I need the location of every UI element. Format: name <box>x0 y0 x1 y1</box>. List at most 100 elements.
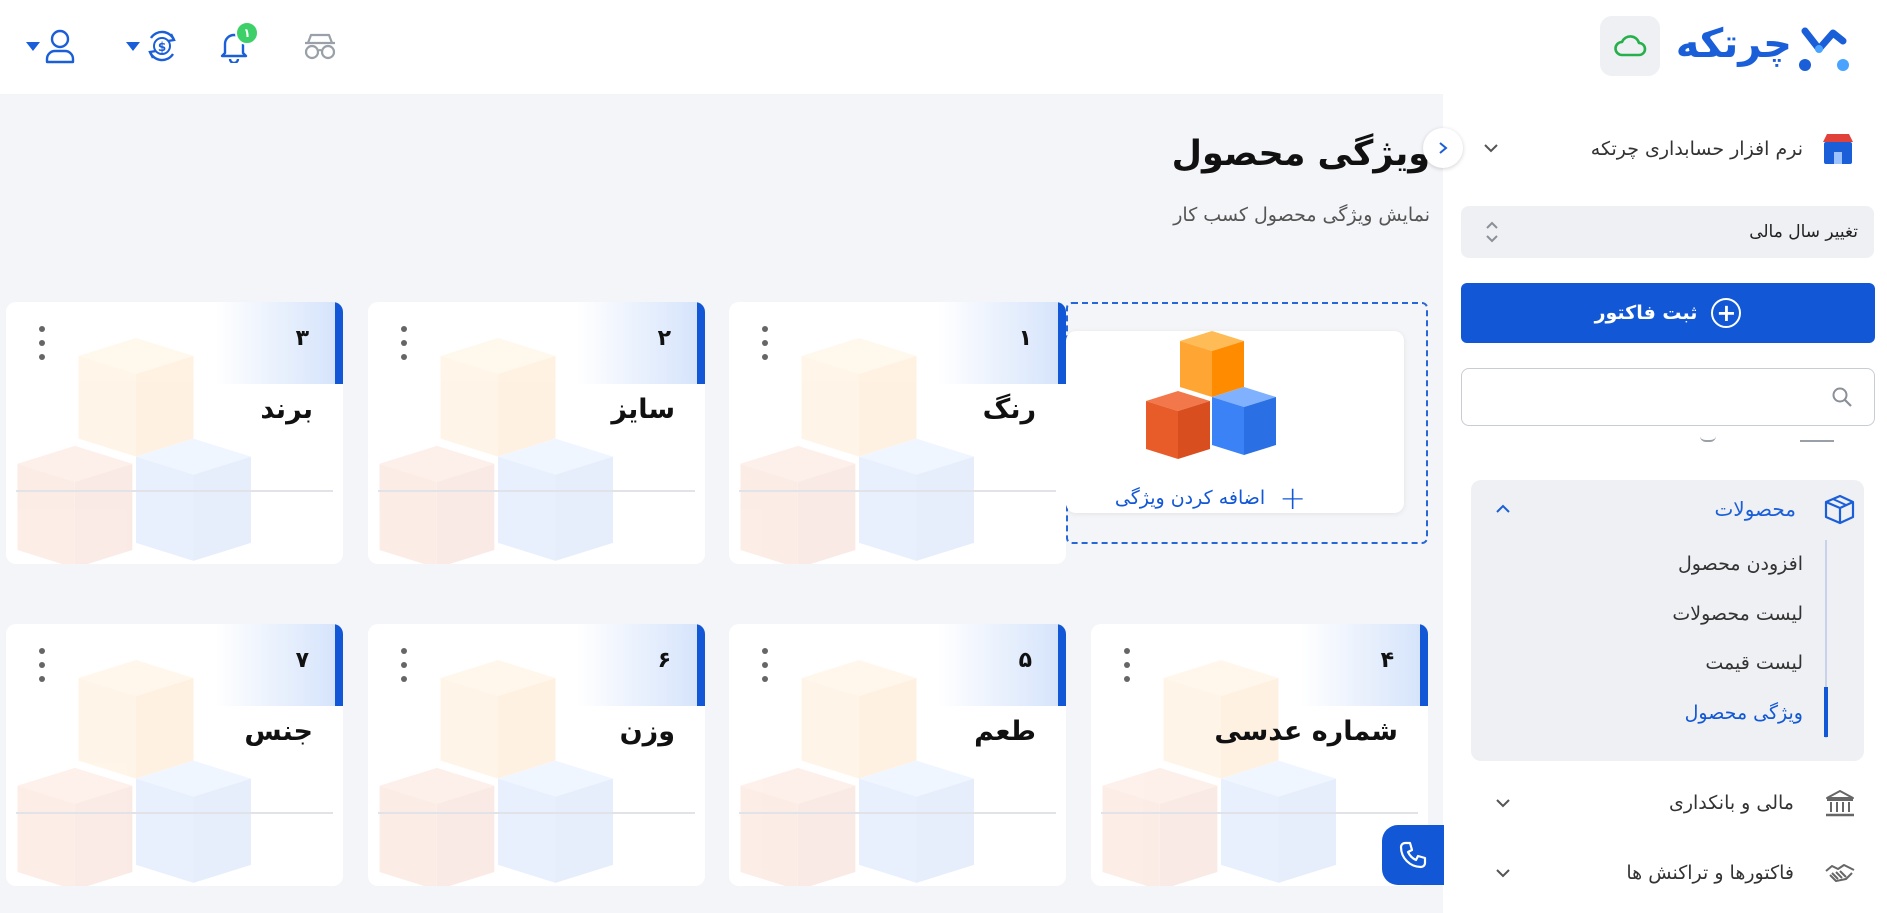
register-invoice-button[interactable]: + ثبت فاکتور <box>1461 283 1875 343</box>
exchange-menu-caret[interactable] <box>126 42 140 51</box>
chevron-up-icon <box>1496 504 1510 513</box>
sidebar-item-product-attributes[interactable]: ویژگی محصول <box>1600 693 1803 733</box>
card-divider <box>16 490 333 492</box>
sidebar-item-products-label: محصولات <box>1714 497 1796 521</box>
card-number-bg <box>577 302 697 384</box>
svg-text:$: $ <box>158 40 166 54</box>
sidebar-item-product-list[interactable]: لیست محصولات <box>1600 594 1803 634</box>
card-number-bg <box>215 624 335 706</box>
chevron-down-icon <box>1496 869 1510 878</box>
company-name: نرم افزار حسابداری چرتکه <box>1590 138 1803 160</box>
more-options-icon[interactable] <box>1121 648 1133 682</box>
chevron-down-icon <box>1484 144 1498 153</box>
support-call-button[interactable] <box>1382 825 1444 885</box>
sidebar-item-price-list[interactable]: لیست قیمت <box>1600 643 1803 683</box>
sidebar-item-finance[interactable]: مالی و بانکداری <box>1480 778 1856 828</box>
card-number-bg <box>1300 624 1420 706</box>
card-accent-bar <box>1420 624 1428 706</box>
sidebar-item-invoices[interactable]: فاکتورها و تراکنش ها <box>1480 848 1856 898</box>
phone-icon <box>1399 841 1427 869</box>
box-icon <box>1824 494 1855 525</box>
app-logo-text: چرتکه <box>1675 21 1792 67</box>
attribute-card[interactable]: ۷ جنس <box>6 624 343 886</box>
card-number-bg <box>938 302 1058 384</box>
sidebar-collapse-button[interactable] <box>1423 128 1463 168</box>
attribute-card[interactable]: ۴ شماره عدسی <box>1091 624 1428 886</box>
sort-updown-icon <box>1486 221 1498 243</box>
sidebar-search-input[interactable] <box>1461 368 1875 426</box>
card-name: جنس <box>244 716 313 747</box>
cloud-icon <box>1614 35 1647 57</box>
chevron-down-icon <box>1496 799 1510 808</box>
card-number: ۳ <box>295 326 309 351</box>
currency-exchange-button[interactable]: $ <box>138 20 186 72</box>
attribute-card[interactable]: ۱ رنگ <box>729 302 1066 564</box>
card-number: ۷ <box>295 648 309 673</box>
sidebar-item-add-product[interactable]: افزودن محصول <box>1600 544 1803 584</box>
notification-count-badge: ۱ <box>235 21 259 45</box>
card-number: ۲ <box>657 326 671 351</box>
company-selector[interactable]: نرم افزار حسابداری چرتکه <box>1480 124 1855 174</box>
more-options-icon[interactable] <box>36 326 48 360</box>
more-options-icon[interactable] <box>759 648 771 682</box>
card-accent-bar <box>335 624 343 706</box>
attribute-card[interactable]: ۶ وزن <box>368 624 705 886</box>
attribute-card[interactable]: ۵ طعم <box>729 624 1066 886</box>
card-divider <box>739 812 1056 814</box>
store-icon <box>1823 134 1853 164</box>
attribute-card[interactable]: ۲ سایز <box>368 302 705 564</box>
bank-icon <box>1826 790 1854 817</box>
menu-item-clipped <box>1800 440 1834 442</box>
card-accent-bar <box>335 302 343 384</box>
sidebar-item-finance-label: مالی و بانکداری <box>1668 792 1794 814</box>
fiscal-year-label: تغییر سال مالی <box>1749 222 1858 242</box>
plus-circle-icon: + <box>1711 298 1742 328</box>
card-number-bg <box>577 624 697 706</box>
app-logo-icon <box>1799 27 1849 71</box>
submenu-active-indicator <box>1824 687 1828 737</box>
card-number-bg <box>215 302 335 384</box>
more-options-icon[interactable] <box>759 326 771 360</box>
card-divider <box>1101 812 1418 814</box>
card-accent-bar <box>1058 624 1066 706</box>
fiscal-year-select[interactable]: تغییر سال مالی <box>1461 206 1874 258</box>
more-options-icon[interactable] <box>398 326 410 360</box>
search-icon <box>1832 387 1852 407</box>
glasses-icon <box>304 33 336 60</box>
register-invoice-label: ثبت فاکتور <box>1594 302 1698 324</box>
card-divider <box>16 812 333 814</box>
card-number: ۱ <box>1018 326 1032 351</box>
privacy-mode-button[interactable] <box>296 20 344 72</box>
page-subtitle: نمایش ویژگی محصول کسب کار <box>1173 204 1430 226</box>
card-name: شماره عدسی <box>1214 716 1398 747</box>
add-attribute-button[interactable]: + اضافه کردن ویژگی <box>1090 480 1306 516</box>
card-accent-bar <box>1058 302 1066 384</box>
card-divider <box>739 490 1056 492</box>
user-menu-caret[interactable] <box>26 42 40 51</box>
more-options-icon[interactable] <box>398 648 410 682</box>
card-number: ۴ <box>1380 648 1394 673</box>
card-accent-bar <box>697 624 705 706</box>
plus-icon: + <box>1279 479 1306 517</box>
attribute-card[interactable]: ۳ برند <box>6 302 343 564</box>
page-title: ویژگی محصول <box>1171 134 1430 174</box>
card-divider <box>378 490 695 492</box>
card-name: برند <box>260 394 313 425</box>
card-name: سایز <box>611 394 675 425</box>
card-name: طعم <box>974 716 1036 747</box>
cloud-sync-button[interactable] <box>1600 16 1660 76</box>
add-attribute-label: اضافه کردن ویژگی <box>1114 487 1266 509</box>
card-number-bg <box>938 624 1058 706</box>
card-name: رنگ <box>982 394 1036 425</box>
user-icon <box>45 29 75 64</box>
sidebar-item-products[interactable]: محصولات <box>1480 484 1856 534</box>
card-number: ۵ <box>1018 648 1032 673</box>
exchange-icon: $ <box>148 30 176 62</box>
more-options-icon[interactable] <box>36 648 48 682</box>
sidebar-item-invoices-label: فاکتورها و تراکنش ها <box>1626 862 1794 884</box>
card-accent-bar <box>697 302 705 384</box>
user-menu-button[interactable] <box>36 20 84 72</box>
handshake-icon <box>1825 864 1855 882</box>
card-divider <box>378 812 695 814</box>
card-name: وزن <box>619 716 675 747</box>
